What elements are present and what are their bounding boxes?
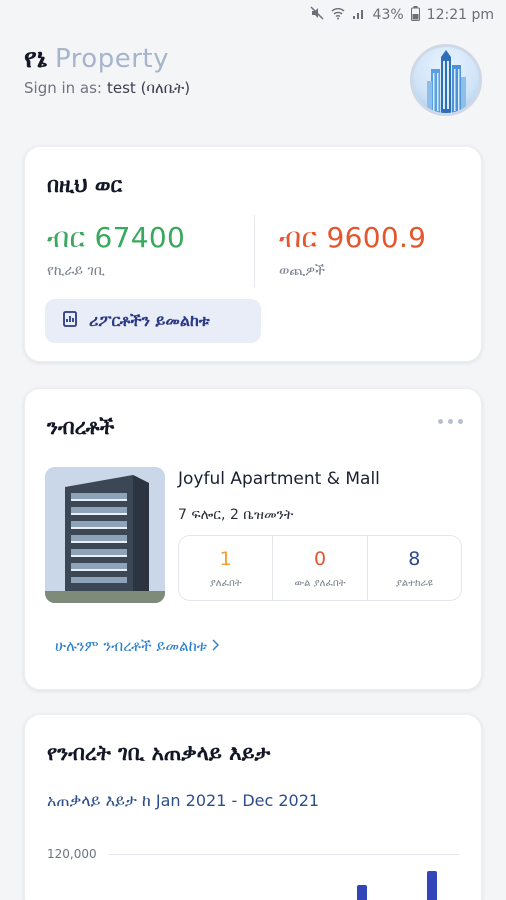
signin-user: test (ባለቤት)	[107, 79, 191, 97]
property-image[interactable]	[45, 467, 165, 603]
expense-block: ብር 9600.9 ወጪዎች	[279, 221, 426, 279]
view-all-label: ሁሉንም ንብረቶች ይመልከቱ	[55, 637, 208, 655]
this-month-card: በዚህ ወር ብር 67400 የኪራይ ገቢ ብር 9600.9 ወጪዎች ሪ…	[24, 146, 482, 362]
revenue-overview-card: የንብረት ገቢ አጠቃላይ እይታ አጠቃላይ እይታ ከ Jan 2021 …	[24, 714, 482, 900]
battery-percent: 43%	[372, 7, 404, 23]
expense-label: ወጪዎች	[279, 263, 325, 279]
income-block: ብር 67400 የኪራይ ገቢ	[47, 221, 185, 279]
revenue-bar	[427, 871, 437, 900]
report-icon	[61, 310, 79, 332]
property-floors: 7 ፍሎር, 2 ቤዝመንት	[178, 507, 294, 523]
signal-icon	[352, 6, 366, 24]
profile-avatar[interactable]	[410, 44, 482, 116]
property-stats: 1 ያለፈበት 0 ውል ያለፈበት 8 ያልተከራዩ	[178, 535, 462, 601]
battery-icon	[410, 5, 420, 25]
view-reports-label: ሪፖርቶችን ይመልከቱ	[89, 311, 210, 330]
status-time: 12:21 pm	[426, 7, 494, 23]
building-avatar-icon	[427, 50, 466, 113]
stat-overdue[interactable]: 1 ያለፈበት	[179, 536, 272, 600]
view-all-properties-link[interactable]: ሁሉንም ንብረቶች ይመልከቱ	[55, 637, 220, 655]
this-month-title: በዚህ ወር	[47, 173, 123, 197]
divider	[254, 215, 255, 287]
y-tick-label: 120,000	[47, 847, 97, 861]
signin-label: Sign in as:	[24, 79, 102, 97]
app-header: የኔ Property Sign in as: test (ባለቤት)	[24, 44, 482, 116]
revenue-title: የንብረት ገቢ አጠቃላይ እይታ	[47, 741, 271, 765]
mute-icon	[310, 6, 324, 24]
brand-word: Property	[54, 44, 169, 74]
more-options-icon[interactable]	[438, 419, 463, 424]
stat-value: 8	[408, 547, 421, 570]
properties-card: ንብረቶች Joyful Apartment & Mall 7 ፍሎር, 2 ቤ…	[24, 388, 482, 690]
stat-value: 1	[219, 547, 232, 570]
wifi-icon	[331, 6, 345, 24]
stat-label: ያልተከራዩ	[395, 577, 433, 589]
properties-title: ንብረቶች	[47, 415, 115, 439]
income-amount: ብር 67400	[47, 221, 186, 254]
gridline	[109, 854, 459, 855]
revenue-subtitle: አጠቃላይ እይታ ከ Jan 2021 - Dec 2021	[47, 791, 320, 810]
brand-mark: የኔ	[24, 44, 47, 74]
stat-label: ያለፈበት	[209, 577, 242, 589]
status-bar: 43% 12:21 pm	[0, 0, 506, 30]
view-reports-button[interactable]: ሪፖርቶችን ይመልከቱ	[45, 299, 261, 343]
expense-amount: ብር 9600.9	[279, 221, 427, 254]
stat-contract-expired[interactable]: 0 ውል ያለፈበት	[272, 536, 366, 600]
stat-value: 0	[313, 547, 327, 570]
chevron-right-icon	[211, 637, 220, 655]
stat-label: ውል ያለፈበት	[294, 577, 346, 589]
revenue-bar	[357, 885, 367, 900]
stat-unrented[interactable]: 8 ያልተከራዩ	[366, 536, 461, 600]
income-label: የኪራይ ገቢ	[47, 263, 105, 279]
property-name[interactable]: Joyful Apartment & Mall	[178, 469, 380, 489]
